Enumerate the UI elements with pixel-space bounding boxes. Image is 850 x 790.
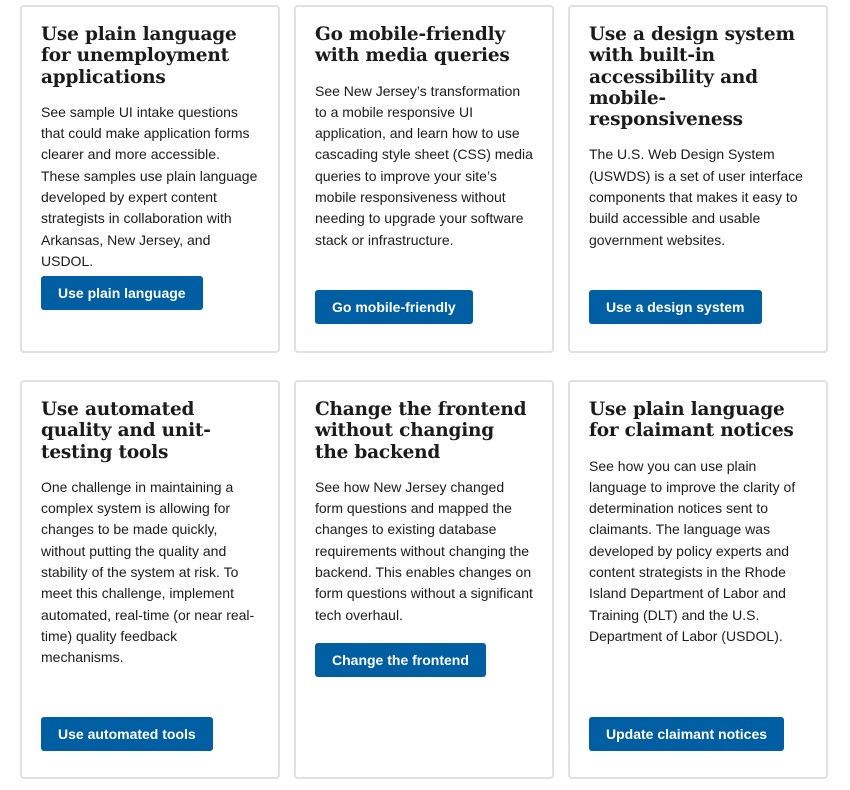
card-mobile-friendly: Go mobile-friendly with media queries Se…	[294, 5, 554, 353]
card-design-system: Use a design system with built-in access…	[568, 5, 828, 353]
change-frontend-button[interactable]: Change the frontend	[315, 643, 486, 677]
card-automated-testing: Use automated quality and unit-testing t…	[20, 380, 280, 779]
card-description: See how New Jersey changed form question…	[315, 478, 533, 623]
go-mobile-friendly-button[interactable]: Go mobile-friendly	[315, 290, 473, 324]
use-plain-language-button[interactable]: Use plain language	[41, 276, 203, 310]
card-change-frontend: Change the frontend without changing the…	[294, 380, 554, 779]
card-title: Use automated quality and unit-testing t…	[41, 399, 211, 463]
card-description: See how you can use plain language to im…	[589, 457, 796, 644]
card-title: Use plain language for unemployment appl…	[41, 24, 237, 88]
card-claimant-notices: Use plain language for claimant notices …	[568, 380, 828, 779]
update-claimant-notices-button[interactable]: Update claimant notices	[589, 717, 785, 751]
card-description: See sample UI intake questions that coul…	[41, 103, 258, 269]
card-description: See New Jersey’s transformation to a mob…	[315, 82, 533, 248]
card-description: The U.S. Web Design System (USWDS) is a …	[589, 146, 803, 248]
card-title: Use plain language for claimant notices	[589, 399, 794, 442]
use-design-system-button[interactable]: Use a design system	[589, 290, 762, 324]
use-automated-tools-button[interactable]: Use automated tools	[41, 717, 213, 751]
card-title: Go mobile-friendly with media queries	[315, 24, 510, 67]
card-description: One challenge in maintaining a complex s…	[41, 478, 255, 666]
card-title: Use a design system with built-in access…	[589, 24, 795, 131]
card-title: Change the frontend without changing the…	[315, 399, 527, 463]
card-plain-language-applications: Use plain language for unemployment appl…	[20, 5, 280, 353]
